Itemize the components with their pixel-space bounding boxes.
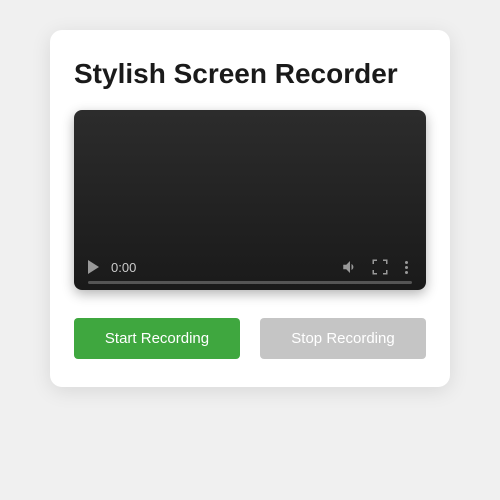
- stop-recording-button: Stop Recording: [260, 318, 426, 359]
- video-control-bar: 0:00: [88, 258, 412, 276]
- video-preview[interactable]: 0:00: [74, 110, 426, 290]
- more-options-icon[interactable]: [401, 261, 412, 274]
- recorder-card: Stylish Screen Recorder 0:00 Start Recor…: [50, 30, 450, 387]
- start-recording-button[interactable]: Start Recording: [74, 318, 240, 359]
- volume-icon[interactable]: [341, 258, 359, 276]
- fullscreen-icon[interactable]: [371, 258, 389, 276]
- video-progress-bar[interactable]: [88, 281, 412, 284]
- play-icon[interactable]: [88, 260, 99, 274]
- video-time: 0:00: [111, 260, 136, 275]
- button-row: Start Recording Stop Recording: [74, 318, 426, 359]
- page-title: Stylish Screen Recorder: [74, 58, 426, 90]
